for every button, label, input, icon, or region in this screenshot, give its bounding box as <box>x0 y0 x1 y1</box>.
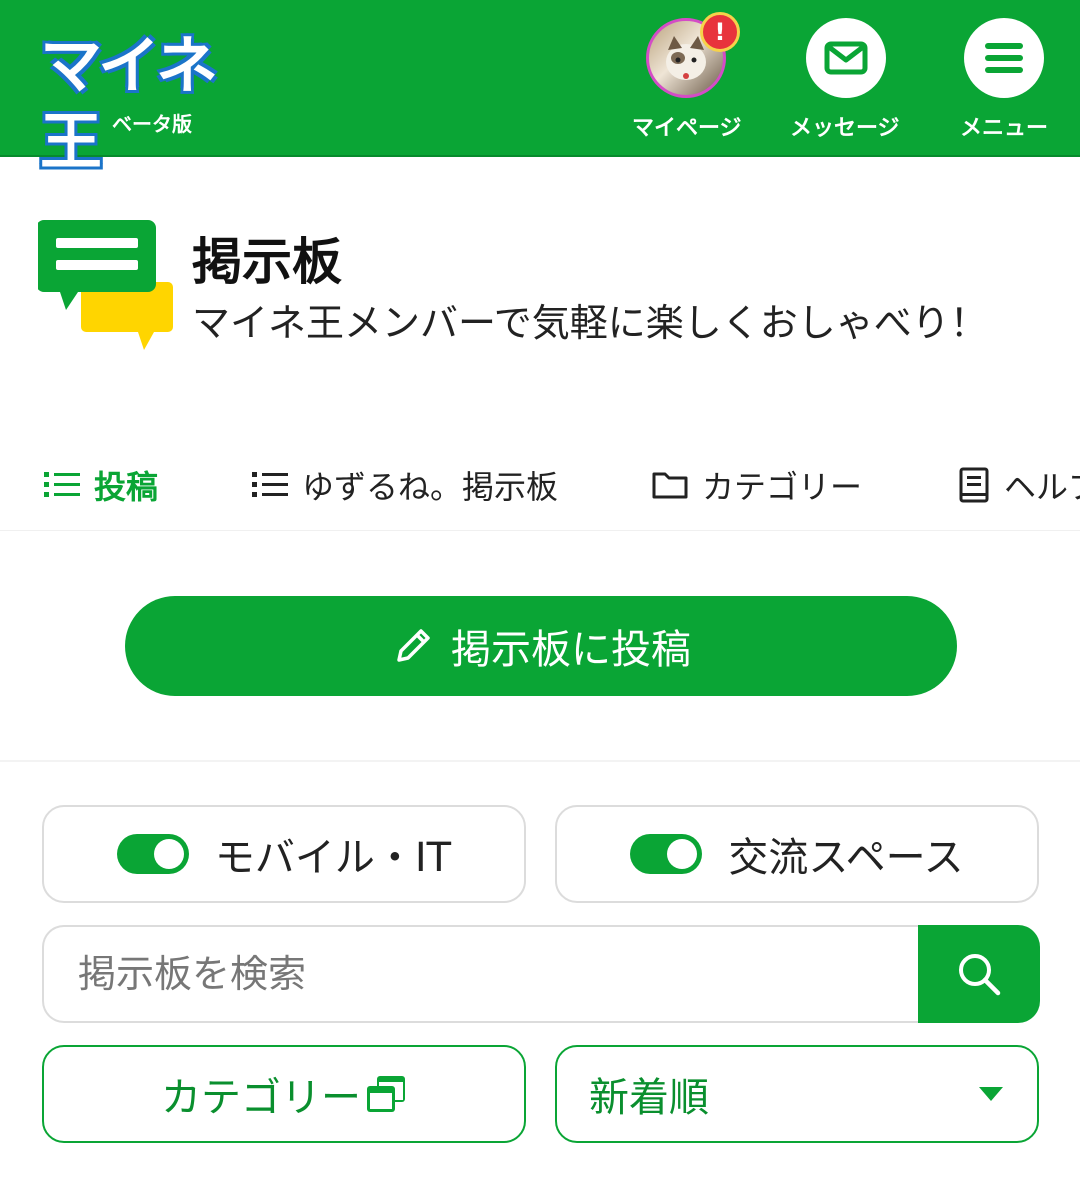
page-title: 掲示板 <box>192 233 342 291</box>
post-button-label: 掲示板に投稿 <box>451 627 691 673</box>
tab-help[interactable]: ヘルプ <box>958 462 1080 508</box>
hamburger-icon <box>985 43 1023 73</box>
toggle-community-label: 交流スペース <box>728 835 964 881</box>
pencil-icon <box>397 629 430 662</box>
page-subtitle: マイネ王メンバーで気軽に楽しくおしゃべり！ <box>192 301 988 345</box>
tab-help-label: ヘルプ <box>1004 468 1080 506</box>
section-divider <box>0 760 1080 762</box>
nav-mypage-label: マイページ <box>632 116 742 141</box>
search-bar <box>42 925 1040 1023</box>
notification-badge: ! <box>700 12 740 52</box>
tab-posts[interactable]: 投稿 <box>44 462 158 508</box>
tab-posts-label: 投稿 <box>94 468 159 506</box>
post-to-board-button[interactable]: 掲示板に投稿 <box>125 596 957 696</box>
book-icon <box>959 467 989 503</box>
envelope-icon <box>824 41 868 75</box>
sort-selected-value: 新着順 <box>589 1075 709 1121</box>
tab-category-label: カテゴリー <box>702 468 863 506</box>
list-icon <box>252 472 288 497</box>
nav-menu-label: メニュー <box>960 116 1049 141</box>
search-input[interactable] <box>42 925 920 1023</box>
toggle-switch[interactable] <box>116 834 189 874</box>
board-tabs: 投稿 ゆずるね。掲示板 カテゴリー ヘルプ <box>0 450 1080 531</box>
messages-button[interactable] <box>806 18 886 98</box>
nav-messages[interactable]: メッセージ <box>780 0 920 157</box>
site-logo[interactable]: マイネ王 ベータ版 <box>40 28 270 178</box>
nav-mypage[interactable]: マイページ <box>620 0 760 157</box>
folder-icon <box>652 472 688 499</box>
toggle-switch[interactable] <box>630 834 703 874</box>
nav-messages-label: メッセージ <box>790 116 900 141</box>
search-button[interactable] <box>918 925 1040 1023</box>
toggle-community[interactable]: 交流スペース <box>555 805 1039 903</box>
chat-bubbles-icon <box>38 220 173 350</box>
list-icon <box>44 472 80 497</box>
nav-menu[interactable]: メニュー <box>940 0 1080 157</box>
tab-yuzurune-label: ゆずるね。掲示板 <box>302 468 559 506</box>
toggle-mobile-it[interactable]: モバイル・IT <box>42 805 526 903</box>
tab-category[interactable]: カテゴリー <box>652 462 862 508</box>
sort-select[interactable]: 新着順 <box>555 1045 1039 1143</box>
toggle-mobile-it-label: モバイル・IT <box>214 835 452 881</box>
category-filter-label: カテゴリー <box>161 1075 361 1121</box>
caret-down-icon <box>979 1087 1003 1101</box>
category-filter-button[interactable]: カテゴリー <box>42 1045 526 1143</box>
logo-text: マイネ王 <box>40 29 218 178</box>
tab-yuzurune[interactable]: ゆずるね。掲示板 <box>252 462 558 508</box>
top-header: マイネ王 ベータ版 マイページ ! メッセージ メニュー <box>0 0 1080 178</box>
logo-beta-label: ベータ版 <box>112 112 192 136</box>
search-icon <box>959 954 1001 996</box>
windows-icon <box>367 1076 405 1112</box>
menu-button[interactable] <box>964 18 1044 98</box>
